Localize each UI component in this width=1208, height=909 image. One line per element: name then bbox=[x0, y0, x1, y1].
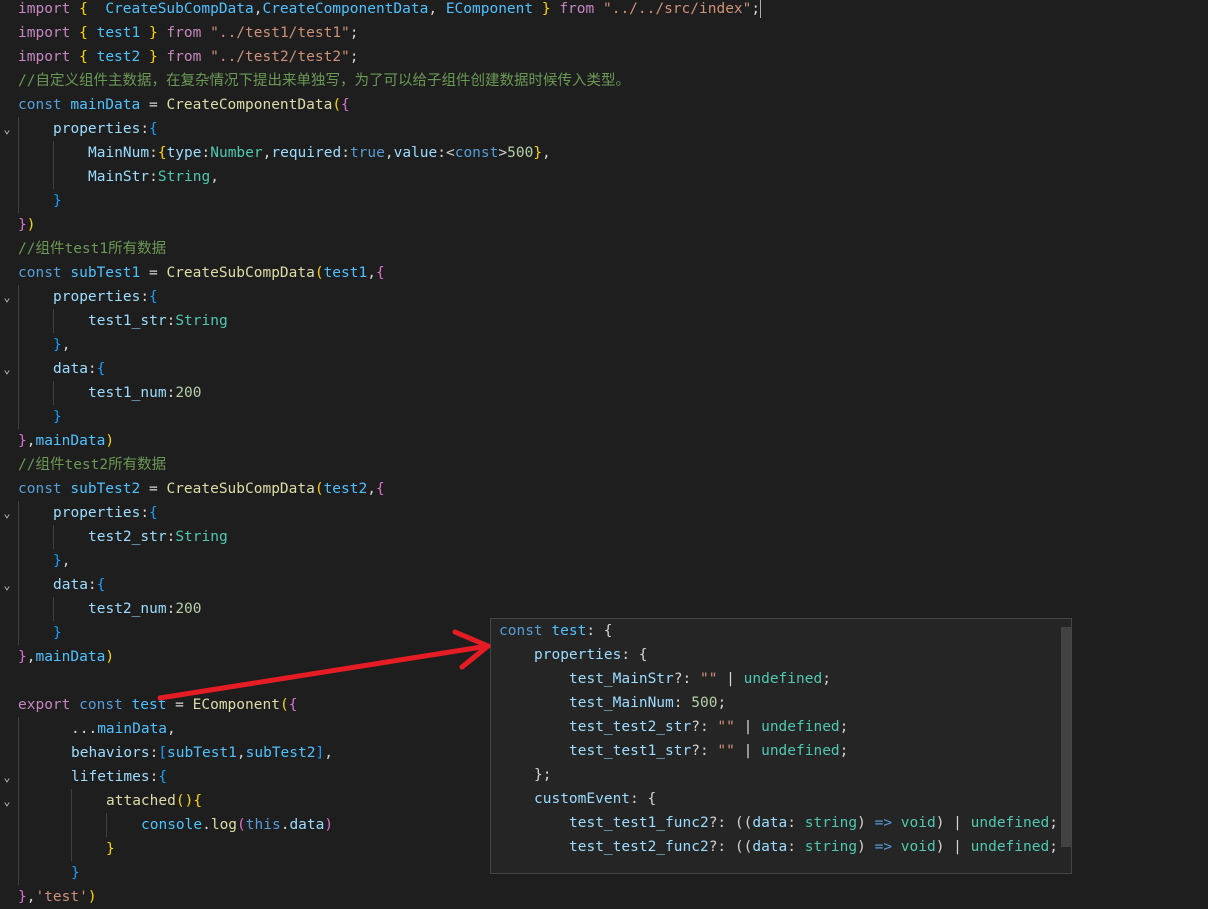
code-line[interactable]: test1_str:String bbox=[0, 309, 1208, 333]
code-line[interactable]: import { CreateSubCompData,CreateCompone… bbox=[0, 0, 1208, 21]
code-line[interactable]: },'test') bbox=[0, 885, 1208, 909]
code-line[interactable]: } bbox=[0, 189, 1208, 213]
hover-scrollbar[interactable] bbox=[1061, 627, 1071, 847]
code-line[interactable]: ⌄ data:{ bbox=[0, 573, 1208, 597]
comment: //自定义组件主数据，在复杂情况下提出来单独写，为了可以给子组件创建数据时候传入… bbox=[18, 73, 630, 89]
code-line[interactable]: }, bbox=[0, 333, 1208, 357]
code-line[interactable]: ⌄ properties:{ bbox=[0, 501, 1208, 525]
code-line[interactable]: import { test2 } from "../test2/test2"; bbox=[0, 45, 1208, 69]
chevron-down-icon[interactable]: ⌄ bbox=[0, 573, 14, 597]
hover-line: customEvent: { bbox=[534, 791, 657, 807]
code-line[interactable]: test1_num:200 bbox=[0, 381, 1208, 405]
code-line[interactable]: import { test1 } from "../test1/test1"; bbox=[0, 21, 1208, 45]
code-line[interactable]: const subTest1 = CreateSubCompData(test1… bbox=[0, 261, 1208, 285]
chevron-down-icon[interactable]: ⌄ bbox=[0, 117, 14, 141]
type-hover-tooltip: const test: { properties: { test_MainStr… bbox=[490, 618, 1072, 874]
text-cursor bbox=[760, 0, 762, 18]
hover-line: test_test2_str?: "" | undefined; bbox=[569, 719, 849, 735]
code-line[interactable]: }) bbox=[0, 213, 1208, 237]
code-line[interactable]: //组件test1所有数据 bbox=[0, 237, 1208, 261]
chevron-down-icon[interactable]: ⌄ bbox=[0, 285, 14, 309]
code-line[interactable]: },mainData) bbox=[0, 429, 1208, 453]
hover-line: const test: { bbox=[499, 623, 613, 639]
code-line[interactable]: //组件test2所有数据 bbox=[0, 453, 1208, 477]
code-line[interactable]: const mainData = CreateComponentData({ bbox=[0, 93, 1208, 117]
hover-line: test_test1_str?: "" | undefined; bbox=[569, 743, 849, 759]
comment: //组件test1所有数据 bbox=[18, 241, 167, 257]
comment: //组件test2所有数据 bbox=[18, 457, 167, 473]
hover-line: }; bbox=[534, 767, 552, 783]
code-line[interactable]: MainStr:String, bbox=[0, 165, 1208, 189]
hover-line: test_test1_func2?: ((data: string) => vo… bbox=[569, 815, 1058, 831]
code-line[interactable]: //自定义组件主数据，在复杂情况下提出来单独写，为了可以给子组件创建数据时候传入… bbox=[0, 69, 1208, 93]
hover-line: test_test2_func2?: ((data: string) => vo… bbox=[569, 839, 1058, 855]
chevron-down-icon[interactable]: ⌄ bbox=[0, 765, 14, 789]
code-line[interactable]: ⌄ properties:{ bbox=[0, 285, 1208, 309]
code-line[interactable]: } bbox=[0, 405, 1208, 429]
hover-line: properties: { bbox=[534, 647, 648, 663]
code-line[interactable]: const subTest2 = CreateSubCompData(test2… bbox=[0, 477, 1208, 501]
code-line[interactable]: ⌄ properties:{ bbox=[0, 117, 1208, 141]
code-line[interactable]: ⌄ data:{ bbox=[0, 357, 1208, 381]
hover-line: test_MainNum: 500; bbox=[569, 695, 727, 711]
code-line[interactable]: test2_str:String bbox=[0, 525, 1208, 549]
code-line[interactable]: MainNum:{type:Number,required:true,value… bbox=[0, 141, 1208, 165]
hover-line: test_MainStr?: "" | undefined; bbox=[569, 671, 831, 687]
chevron-down-icon[interactable]: ⌄ bbox=[0, 357, 14, 381]
code-line[interactable]: }, bbox=[0, 549, 1208, 573]
chevron-down-icon[interactable]: ⌄ bbox=[0, 501, 14, 525]
chevron-down-icon[interactable]: ⌄ bbox=[0, 789, 14, 813]
